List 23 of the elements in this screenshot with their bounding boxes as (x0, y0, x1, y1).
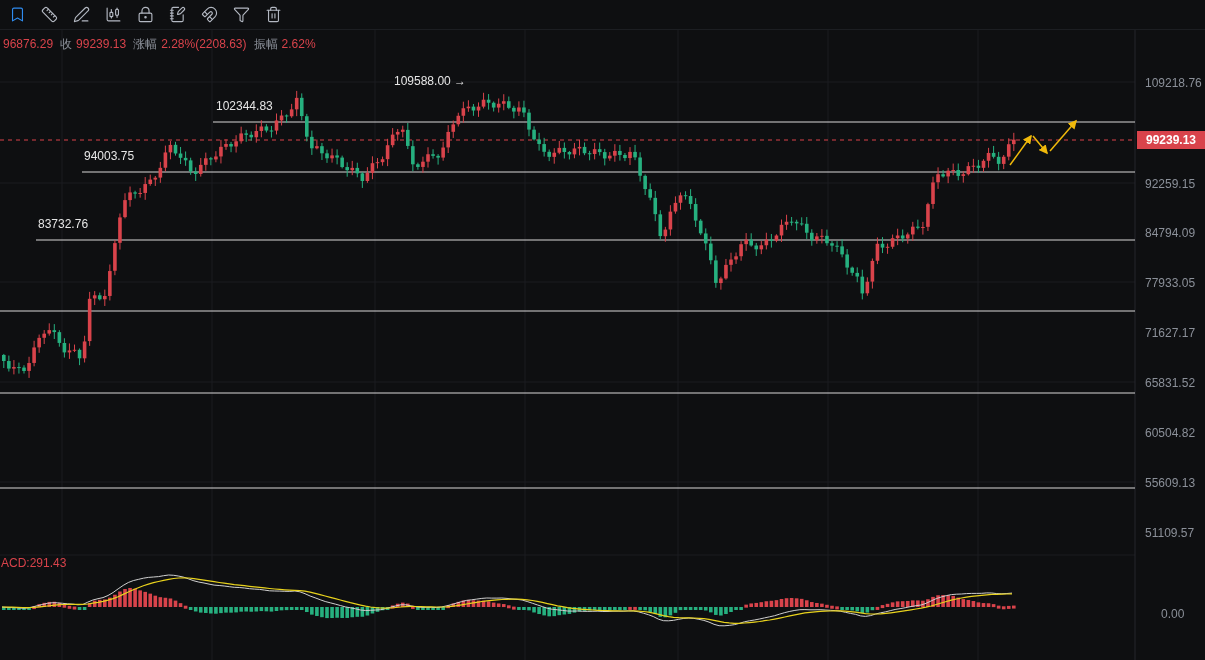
info-value: 2.28%(2208.63) (161, 36, 247, 53)
macd-label: ACD:291.43 (1, 555, 67, 572)
level-label: 102344.83 (216, 98, 273, 115)
current-price-tag: 99239.13 (1137, 131, 1205, 149)
price-axis-label: 77933.05 (1145, 275, 1196, 292)
price-axis-label: 65831.52 (1145, 375, 1196, 392)
info-label: 收 (60, 36, 73, 53)
price-axis-label: 60504.82 (1145, 425, 1196, 442)
price-axis-label: 71627.17 (1145, 325, 1196, 342)
info-value: 99239.13 (76, 36, 127, 53)
info-label: 振幅 (253, 36, 278, 53)
price-axis-label: 84794.09 (1145, 225, 1196, 242)
macd-axis-label: 0.00 (1161, 606, 1185, 623)
info-value: 96876.29 (3, 36, 54, 53)
level-label: 109588.00 → (394, 73, 467, 90)
price-axis-label: 92259.15 (1145, 176, 1196, 193)
level-label: 94003.75 (84, 148, 135, 165)
price-axis-label: 109218.76 (1145, 75, 1202, 92)
price-axis-label: 51109.57 (1145, 525, 1195, 542)
level-label: 83732.76 (38, 216, 89, 233)
info-value: 2.62% (281, 36, 316, 53)
price-axis-label: 55609.13 (1145, 475, 1196, 492)
info-label: 涨幅 (133, 36, 158, 53)
